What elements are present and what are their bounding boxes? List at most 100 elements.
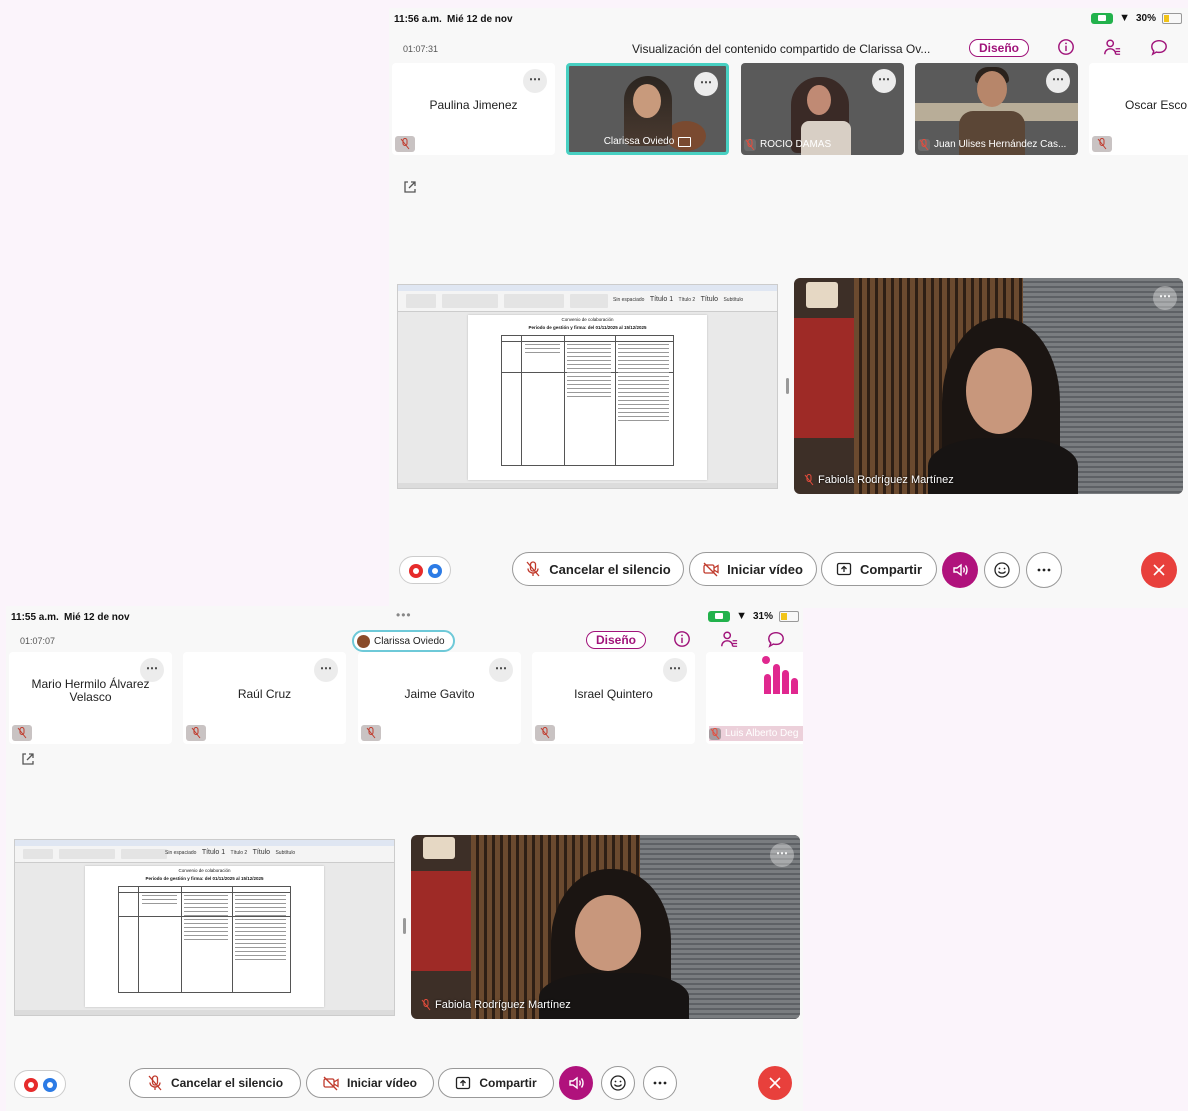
more-icon[interactable]: ⋯ — [314, 658, 338, 682]
mic-off-icon — [918, 138, 930, 151]
participant-tile[interactable]: Luis Alberto Deg — [706, 652, 803, 744]
mic-off-icon — [361, 725, 381, 741]
meeting-status-pill[interactable] — [14, 1070, 66, 1098]
status-time: 11:56 a.m. — [394, 14, 442, 25]
participant-tile[interactable]: Paulina Jimenez ⋯ — [392, 63, 555, 155]
status-bar: 11:56 a.m. Mié 12 de nov ▼ 30% — [389, 8, 1188, 30]
battery-icon — [1162, 12, 1182, 24]
status-time: 11:55 a.m. — [11, 612, 59, 623]
meeting-window-bottom: 11:55 a.m. Mié 12 de nov ••• ▼ 31% 01:07… — [6, 606, 803, 1111]
participant-tile[interactable]: ⋯ ROCIO DAMAS — [741, 63, 904, 155]
status-date: Mié 12 de nov — [447, 14, 513, 25]
elapsed-time: 01:07:31 — [403, 44, 439, 54]
start-video-button[interactable]: Iniciar vídeo — [306, 1068, 434, 1098]
participant-tile[interactable]: Israel Quintero ⋯ — [532, 652, 695, 744]
info-icon[interactable] — [671, 628, 693, 650]
popout-icon[interactable] — [20, 751, 38, 769]
more-options-button[interactable] — [643, 1066, 677, 1100]
mic-off-icon — [535, 725, 555, 741]
layout-button[interactable]: Diseño — [586, 631, 647, 649]
speaker-icon — [953, 563, 968, 577]
participant-name: Raúl Cruz — [237, 687, 292, 701]
start-video-button[interactable]: Iniciar vídeo — [689, 552, 817, 586]
presenter-name: Clarissa Oviedo — [374, 635, 445, 647]
shared-screen[interactable]: Sin espaciado Título 1 Título 2 Título S… — [397, 284, 778, 489]
mic-off-icon — [744, 138, 756, 151]
participant-tile[interactable]: ⋯ Clarissa Oviedo — [566, 63, 729, 155]
split-handle[interactable] — [786, 378, 789, 394]
wifi-icon: ▼ — [736, 610, 747, 622]
participant-strip: Paulina Jimenez ⋯ ⋯ Clarissa Oviedo ⋯ RO… — [392, 63, 1188, 155]
shared-screen[interactable]: Sin espaciado Título 1 Título 2 Título S… — [14, 839, 395, 1016]
more-icon[interactable]: ⋯ — [140, 658, 164, 682]
document-subheading: Periodo de gestión y firma: del 01/11/20… — [145, 876, 264, 881]
participant-tile[interactable]: Mario Hermilo Álvarez Velasco ⋯ — [9, 652, 172, 744]
elapsed-time: 01:07:07 — [20, 636, 56, 646]
share-button[interactable]: Compartir — [821, 552, 937, 586]
video-off-icon — [323, 1076, 339, 1091]
document-page: Convenio de colaboración Periodo de gest… — [468, 315, 707, 480]
unmute-button[interactable]: Cancelar el silencio — [129, 1068, 301, 1098]
main-video[interactable]: ⋯ Fabiola Rodríguez Martínez — [794, 278, 1183, 494]
more-icon[interactable]: ⋯ — [694, 72, 718, 96]
avatar — [357, 634, 370, 648]
main-video[interactable]: ⋯ Fabiola Rodríguez Martínez — [411, 835, 800, 1019]
reaction-icon — [610, 1075, 626, 1091]
unmute-button[interactable]: Cancelar el silencio — [512, 552, 684, 586]
participant-tile[interactable]: Jaime Gavito ⋯ — [358, 652, 521, 744]
participant-name: Paulina Jimenez — [429, 98, 518, 112]
participant-tile[interactable]: Oscar Esco — [1089, 63, 1188, 155]
reaction-button[interactable] — [984, 552, 1020, 588]
mic-off-icon — [12, 725, 32, 741]
mic-off-icon — [804, 474, 814, 486]
participants-icon[interactable] — [1101, 36, 1123, 58]
more-icon[interactable]: ⋯ — [1153, 286, 1177, 310]
meeting-header: 01:07:07 Clarissa Oviedo Diseño — [6, 628, 803, 654]
participant-name: Clarissa Oviedo — [603, 136, 675, 147]
chat-icon[interactable] — [1148, 36, 1170, 58]
document-table — [501, 335, 674, 466]
main-video-name: Fabiola Rodríguez Martínez — [435, 999, 571, 1011]
meeting-header: 01:07:31 Visualización del contenido com… — [389, 36, 1188, 62]
layout-button[interactable]: Diseño — [969, 39, 1030, 57]
status-date: Mié 12 de nov — [64, 612, 130, 623]
more-icon[interactable]: ⋯ — [663, 658, 687, 682]
leave-icon — [769, 1077, 781, 1089]
participants-icon[interactable] — [718, 628, 740, 650]
more-icon[interactable]: ⋯ — [489, 658, 513, 682]
participant-name: Jaime Gavito — [404, 687, 475, 701]
status-bar: 11:55 a.m. Mié 12 de nov ••• ▼ 31% — [6, 606, 803, 628]
share-icon — [836, 562, 852, 576]
battery-icon — [779, 610, 799, 622]
more-icon — [1037, 568, 1051, 572]
participant-name: ROCIO DAMAS — [760, 139, 832, 150]
presenter-pill[interactable]: Clarissa Oviedo — [352, 630, 455, 652]
video-off-icon — [703, 562, 719, 577]
leave-button[interactable] — [1141, 552, 1177, 588]
leave-button[interactable] — [758, 1066, 792, 1100]
chat-icon[interactable] — [765, 628, 787, 650]
participant-tile[interactable]: Raúl Cruz ⋯ — [183, 652, 346, 744]
share-button[interactable]: Compartir — [438, 1068, 554, 1098]
info-icon[interactable] — [1055, 36, 1077, 58]
more-icon[interactable]: ⋯ — [523, 69, 547, 93]
more-options-button[interactable] — [1026, 552, 1062, 588]
main-video-name: Fabiola Rodríguez Martínez — [818, 474, 954, 486]
document-heading: Convenio de colaboración — [178, 868, 231, 873]
participant-name: Oscar Esco — [1125, 98, 1188, 112]
speaker-icon — [569, 1076, 584, 1090]
participant-tile[interactable]: ⋯ Juan Ulises Hernández Cas... — [915, 63, 1078, 155]
split-handle[interactable] — [403, 918, 406, 934]
speaker-button[interactable] — [942, 552, 978, 588]
multitask-handle[interactable]: ••• — [396, 608, 412, 622]
popout-icon[interactable] — [402, 179, 420, 197]
meeting-status-pill[interactable] — [399, 556, 451, 584]
mic-off-icon — [709, 727, 721, 740]
reaction-icon — [994, 562, 1010, 578]
more-icon[interactable]: ⋯ — [1046, 69, 1070, 93]
reaction-button[interactable] — [601, 1066, 635, 1100]
speaker-button[interactable] — [559, 1066, 593, 1100]
more-icon[interactable]: ⋯ — [770, 843, 794, 867]
more-icon[interactable]: ⋯ — [872, 69, 896, 93]
document-subheading: Periodo de gestión y firma: del 01/11/20… — [528, 325, 647, 330]
